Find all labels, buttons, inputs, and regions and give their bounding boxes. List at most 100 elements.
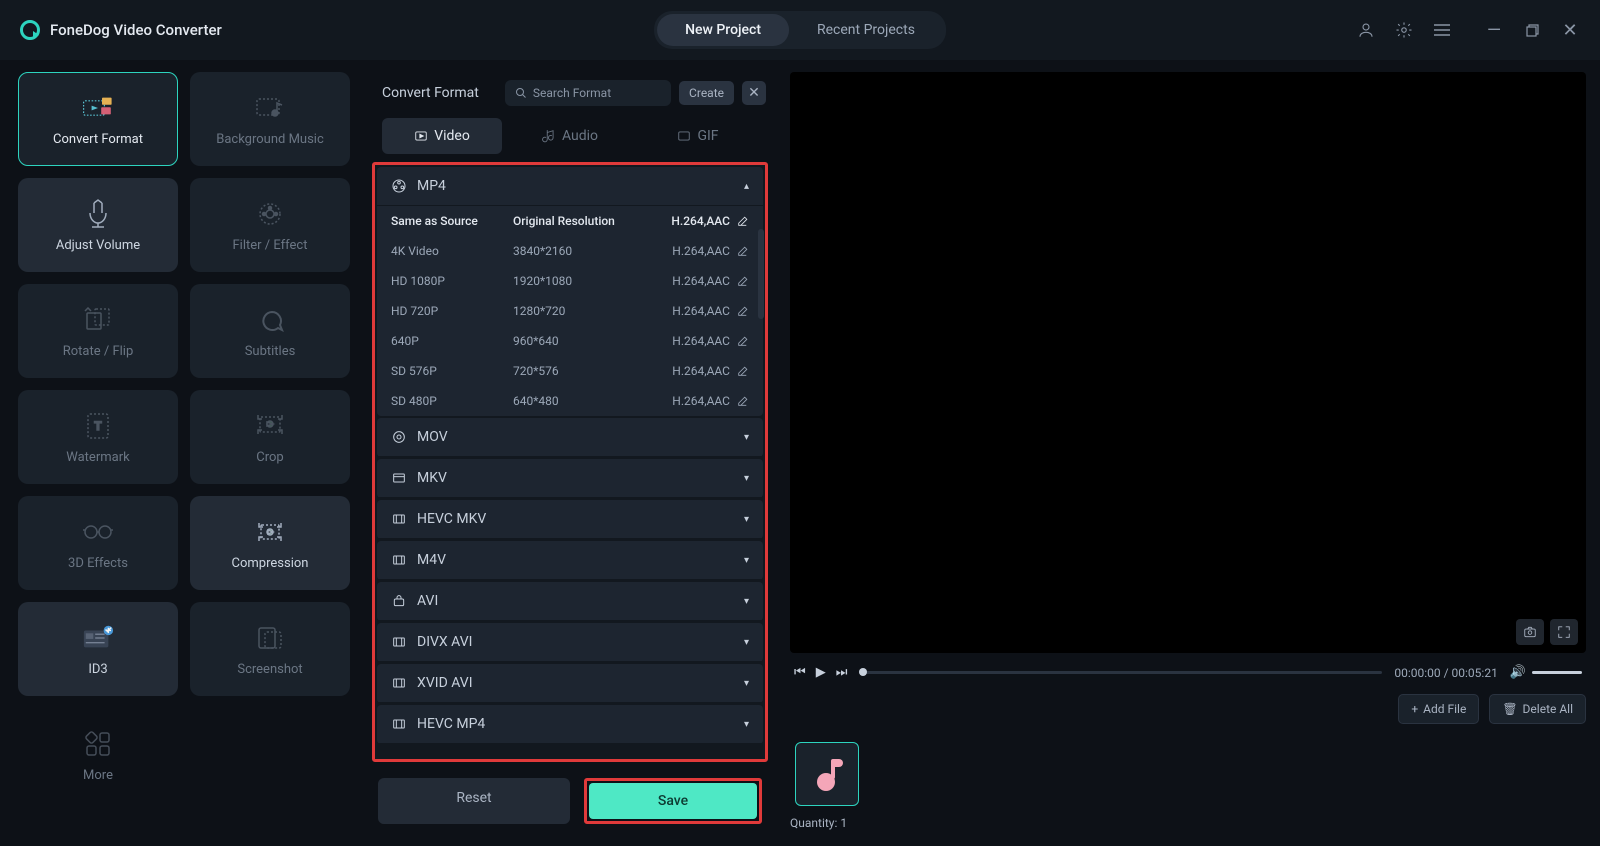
tool-label: Filter / Effect — [233, 238, 308, 253]
format-icon — [391, 634, 407, 650]
tool-3d-effects[interactable]: 3D Effects — [18, 496, 178, 590]
window-controls: — ✕ — [1356, 20, 1580, 40]
tool-icon — [254, 92, 286, 124]
quantity-label: Quantity: 1 — [790, 816, 864, 830]
tool-icon — [82, 304, 114, 336]
format-row[interactable]: Same as SourceOriginal ResolutionH.264,A… — [377, 206, 763, 236]
format-tab-video[interactable]: Video — [382, 118, 502, 154]
edit-icon[interactable] — [736, 305, 749, 318]
tool-subtitles[interactable]: Subtitles — [190, 284, 350, 378]
account-icon[interactable] — [1356, 20, 1376, 40]
format-group-divx-avi[interactable]: DIVX AVI▾ — [377, 623, 763, 662]
next-button[interactable]: ⏭ — [836, 665, 848, 680]
menu-icon[interactable] — [1432, 20, 1452, 40]
tool-watermark[interactable]: TWatermark — [18, 390, 178, 484]
format-name: SD 480P — [391, 394, 513, 408]
tab-recent-projects[interactable]: Recent Projects — [789, 14, 943, 46]
file-thumb-1[interactable]: Quantity: 1 — [790, 742, 864, 830]
tool-convert-format[interactable]: Convert Format — [18, 72, 178, 166]
play-button[interactable]: ▶ — [816, 665, 826, 680]
tool-label: Crop — [256, 450, 283, 465]
tool-icon — [254, 198, 286, 230]
tab-new-project[interactable]: New Project — [657, 14, 789, 46]
chevron-down-icon: ▾ — [744, 637, 749, 648]
close-panel-button[interactable]: ✕ — [742, 81, 766, 105]
format-row[interactable]: 640P960*640H.264,AAC — [377, 326, 763, 356]
edit-icon[interactable] — [736, 215, 749, 228]
format-codec: H.264,AAC — [671, 214, 749, 228]
format-row[interactable]: 4K Video3840*2160H.264,AAC — [377, 236, 763, 266]
fullscreen-button[interactable] — [1550, 619, 1578, 645]
format-row[interactable]: SD 576P720*576H.264,AAC — [377, 356, 763, 386]
format-tab-audio[interactable]: Audio — [510, 118, 630, 154]
format-row[interactable]: HD 720P1280*720H.264,AAC — [377, 296, 763, 326]
video-preview — [790, 72, 1586, 653]
chevron-down-icon: ▾ — [744, 432, 749, 443]
tool-compression[interactable]: Compression — [190, 496, 350, 590]
app-logo-icon — [20, 20, 40, 40]
edit-icon[interactable] — [736, 245, 749, 258]
snapshot-button[interactable] — [1516, 619, 1544, 645]
edit-icon[interactable] — [736, 335, 749, 348]
add-file-button[interactable]: +Add File — [1398, 694, 1479, 724]
player-controls-bar: ⏮ ▶ ⏭ 00:00:00 / 00:05:21 🔊 — [790, 653, 1586, 688]
format-name: Same as Source — [391, 214, 513, 228]
format-group-mkv[interactable]: MKV▾ — [377, 459, 763, 498]
preview-panel: ⏮ ▶ ⏭ 00:00:00 / 00:05:21 🔊 +Add File 🗑D… — [776, 60, 1600, 846]
format-group-hevc-mkv[interactable]: HEVC MKV▾ — [377, 500, 763, 539]
tool-crop[interactable]: Crop — [190, 390, 350, 484]
format-resolution: 3840*2160 — [513, 244, 672, 258]
search-input[interactable]: Search Format — [505, 80, 671, 106]
format-name: 640P — [391, 334, 513, 348]
progress-bar[interactable] — [859, 671, 1382, 674]
tool-label: ID3 — [88, 662, 107, 677]
maximize-icon[interactable] — [1522, 20, 1542, 40]
tool-label: Screenshot — [237, 662, 302, 677]
tool-rotate-flip[interactable]: Rotate / Flip — [18, 284, 178, 378]
tool-label: Subtitles — [245, 344, 296, 359]
tool-label: Compression — [232, 556, 309, 571]
tool-id3[interactable]: ID3 — [18, 602, 178, 696]
format-row[interactable]: HD 1080P1920*1080H.264,AAC — [377, 266, 763, 296]
chevron-down-icon: ▾ — [744, 678, 749, 689]
tool-label: Adjust Volume — [56, 238, 140, 253]
tool-icon — [254, 304, 286, 336]
format-tab-gif[interactable]: GIF — [638, 118, 758, 154]
edit-icon[interactable] — [736, 275, 749, 288]
title-bar: FoneDog Video Converter New Project Rece… — [0, 0, 1600, 60]
edit-icon[interactable] — [736, 365, 749, 378]
create-button[interactable]: Create — [679, 81, 734, 105]
settings-icon[interactable] — [1394, 20, 1414, 40]
tool-icon — [82, 728, 114, 760]
format-group-m4v[interactable]: M4V▾ — [377, 541, 763, 580]
volume-slider[interactable] — [1532, 671, 1582, 674]
tool-adjust-volume[interactable]: Adjust Volume — [18, 178, 178, 272]
format-group-mov[interactable]: MOV▾ — [377, 418, 763, 457]
tool-label: Watermark — [66, 450, 129, 465]
format-group-mp4[interactable]: MP4 ▴ — [377, 167, 763, 206]
edit-icon[interactable] — [736, 395, 749, 408]
volume-icon[interactable]: 🔊 — [1510, 665, 1526, 680]
prev-button[interactable]: ⏮ — [794, 665, 806, 680]
project-tabs: New Project Recent Projects — [654, 11, 946, 49]
tool-background-music[interactable]: Background Music — [190, 72, 350, 166]
format-codec: H.264,AAC — [672, 304, 749, 318]
format-row[interactable]: SD 480P640*480H.264,AAC — [377, 386, 763, 416]
delete-all-button[interactable]: 🗑Delete All — [1489, 694, 1586, 724]
tool-more[interactable]: More — [18, 708, 178, 802]
format-group-hevc-mp4[interactable]: HEVC MP4▾ — [377, 705, 763, 744]
close-icon[interactable]: ✕ — [1560, 20, 1580, 40]
tool-filter-effect[interactable]: Filter / Effect — [190, 178, 350, 272]
scrollbar[interactable] — [758, 229, 764, 319]
minimize-icon[interactable]: — — [1484, 20, 1504, 40]
tool-screenshot[interactable]: Screenshot — [190, 602, 350, 696]
gif-icon — [677, 129, 691, 143]
format-group-xvid-avi[interactable]: XVID AVI▾ — [377, 664, 763, 703]
reset-button[interactable]: Reset — [378, 778, 570, 824]
format-group-avi[interactable]: AVI▾ — [377, 582, 763, 621]
file-thumbnails: Quantity: 1 — [790, 738, 1586, 834]
save-button[interactable]: Save — [589, 783, 757, 819]
tool-label: More — [83, 768, 113, 783]
format-name: 4K Video — [391, 244, 513, 258]
audio-icon — [542, 129, 556, 143]
